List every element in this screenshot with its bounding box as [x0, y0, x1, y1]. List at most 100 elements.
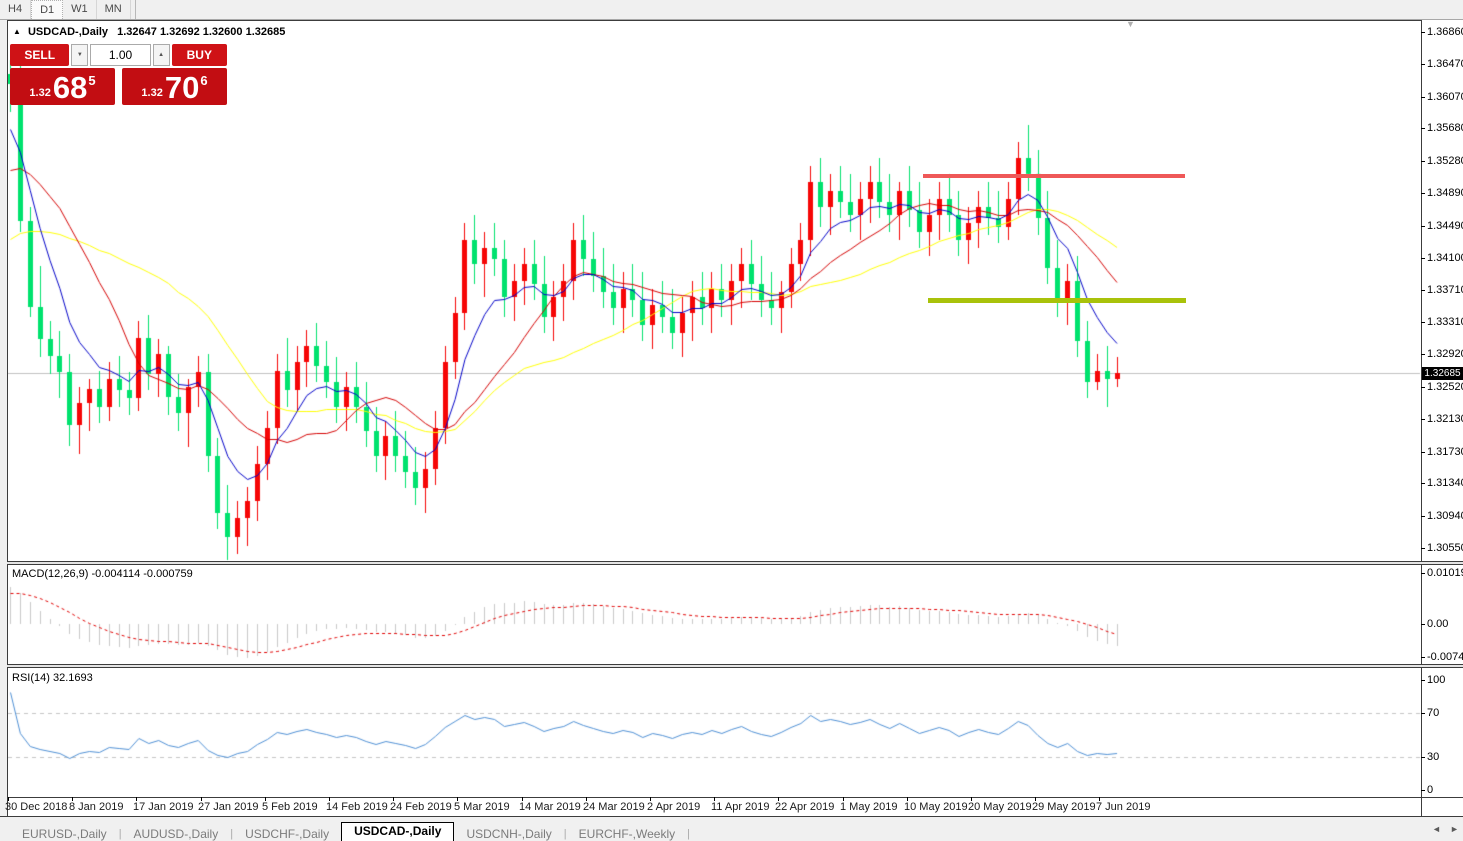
macd-tick — [1421, 573, 1425, 574]
collapse-triangle-icon[interactable]: ▲ — [13, 27, 21, 36]
price-axis-label: 1.30940 — [1427, 510, 1463, 522]
chart-tab-usdchf[interactable]: USDCHF-,Daily — [233, 827, 341, 841]
date-axis-border — [7, 797, 1463, 798]
panel-separator-macd[interactable] — [7, 561, 1463, 565]
price-axis-label: 1.31730 — [1427, 446, 1463, 458]
chart-ohlc-values: 1.32647 1.32692 1.32600 1.32685 — [117, 26, 285, 38]
tab-scroll-left-icon[interactable]: ◄ — [1432, 824, 1441, 834]
chart-border — [7, 20, 1421, 21]
macd-axis-label: 0.00 — [1427, 618, 1448, 630]
price-tick — [1421, 290, 1425, 291]
chart-tab-audusd[interactable]: AUDUSD-,Daily — [122, 827, 231, 841]
rsi-tick — [1421, 757, 1425, 758]
chart-symbol-label: USDCAD-,Daily — [28, 26, 108, 38]
horizontal-scroll-strip[interactable] — [0, 817, 1463, 826]
price-axis-label: 1.31340 — [1427, 477, 1463, 489]
chart-tab-usdcnh[interactable]: USDCNH-,Daily — [454, 827, 563, 841]
one-click-trading-panel: SELL ▼ 1.00 ▲ BUY 1.32 68 5 1.32 70 6 — [10, 44, 227, 105]
sell-price-box[interactable]: 1.32 68 5 — [10, 68, 115, 105]
date-axis-label: 24 Mar 2019 — [583, 801, 645, 813]
price-axis-label: 1.34890 — [1427, 187, 1463, 199]
buy-price-box[interactable]: 1.32 70 6 — [122, 68, 227, 105]
tab-scroll-right-icon[interactable]: ► — [1450, 824, 1459, 834]
price-axis-label: 1.32130 — [1427, 413, 1463, 425]
chart-border — [7, 20, 8, 817]
macd-tick — [1421, 657, 1425, 658]
volume-increase-button[interactable]: ▲ — [153, 44, 170, 66]
macd-indicator-label: MACD(12,26,9) -0.004114 -0.000759 — [12, 568, 193, 580]
date-axis-label: 14 Mar 2019 — [519, 801, 581, 813]
resistance-line[interactable] — [923, 174, 1185, 178]
sell-price-prefix: 1.32 — [29, 87, 50, 99]
price-tick — [1421, 548, 1425, 549]
date-axis-label: 5 Mar 2019 — [454, 801, 510, 813]
macd-tick — [1421, 624, 1425, 625]
price-axis-label: 1.33710 — [1427, 284, 1463, 296]
date-axis-label: 22 Apr 2019 — [775, 801, 834, 813]
price-axis-label: 1.32520 — [1427, 381, 1463, 393]
chart-tabs-bar: EURUSD-,Daily|AUDUSD-,Daily|USDCHF-,Dail… — [0, 826, 1463, 841]
date-axis-label: 2 Apr 2019 — [647, 801, 700, 813]
date-axis-label: 7 Jun 2019 — [1096, 801, 1150, 813]
price-tick — [1421, 226, 1425, 227]
scroll-to-end-marker-icon[interactable]: ▼ — [1126, 19, 1135, 29]
rsi-axis-label: 30 — [1427, 751, 1439, 763]
price-tick — [1421, 419, 1425, 420]
date-axis-label: 24 Feb 2019 — [390, 801, 452, 813]
rsi-tick — [1421, 713, 1425, 714]
date-axis-label: 5 Feb 2019 — [262, 801, 318, 813]
price-tick — [1421, 387, 1425, 388]
price-tick — [1421, 97, 1425, 98]
macd-axis-label: -0.0074763 — [1427, 651, 1463, 663]
buy-price-prefix: 1.32 — [141, 87, 162, 99]
price-axis-label: 1.36070 — [1427, 91, 1463, 103]
price-axis-label: 1.34100 — [1427, 252, 1463, 264]
tab-separator: | — [687, 828, 690, 840]
buy-price-big: 70 — [165, 72, 199, 103]
sell-price-big: 68 — [53, 72, 87, 103]
timeframe-toolbar: H4D1W1MN — [0, 0, 1463, 20]
price-axis-label: 1.34490 — [1427, 220, 1463, 232]
volume-input[interactable]: 1.00 — [90, 44, 150, 66]
price-tick — [1421, 452, 1425, 453]
current-price-tag: 1.32685 — [1422, 367, 1463, 380]
chart-tab-usdcad[interactable]: USDCAD-,Daily — [341, 822, 454, 841]
chart-title: ▲ USDCAD-,Daily 1.32647 1.32692 1.32600 … — [13, 26, 285, 38]
support-line[interactable] — [928, 298, 1186, 303]
price-tick — [1421, 516, 1425, 517]
macd-axis-label: 0.010199 — [1427, 567, 1463, 579]
price-tick — [1421, 193, 1425, 194]
sell-price-pip: 5 — [88, 73, 95, 88]
price-axis-label: 1.36860 — [1427, 26, 1463, 38]
buy-price-pip: 6 — [200, 73, 207, 88]
toolbar-separator — [135, 0, 136, 19]
price-axis-label: 1.33310 — [1427, 316, 1463, 328]
sell-button[interactable]: SELL — [10, 44, 69, 66]
price-axis-label: 1.30550 — [1427, 542, 1463, 554]
timeframe-button-h4[interactable]: H4 — [0, 0, 31, 19]
price-axis-label: 1.32920 — [1427, 348, 1463, 360]
date-axis-label: 14 Feb 2019 — [326, 801, 388, 813]
panel-separator-rsi[interactable] — [7, 664, 1463, 668]
chart-tab-eurusd[interactable]: EURUSD-,Daily — [10, 827, 119, 841]
rsi-axis-label: 0 — [1427, 784, 1433, 796]
timeframe-button-d1[interactable]: D1 — [31, 0, 63, 19]
timeframe-button-mn[interactable]: MN — [97, 0, 131, 19]
chart-tab-eurchf[interactable]: EURCHF-,Weekly — [567, 827, 687, 841]
date-axis-label: 11 Apr 2019 — [711, 801, 770, 813]
buy-button[interactable]: BUY — [172, 44, 227, 66]
price-tick — [1421, 32, 1425, 33]
volume-decrease-button[interactable]: ▼ — [71, 44, 88, 66]
price-axis-label: 1.35680 — [1427, 122, 1463, 134]
date-axis-label: 29 May 2019 — [1032, 801, 1096, 813]
price-tick — [1421, 64, 1425, 65]
price-tick — [1421, 258, 1425, 259]
rsi-tick — [1421, 790, 1425, 791]
date-axis-label: 17 Jan 2019 — [133, 801, 194, 813]
date-axis-label: 27 Jan 2019 — [198, 801, 259, 813]
price-chart-canvas[interactable] — [8, 21, 1421, 797]
price-axis-label: 1.36470 — [1427, 58, 1463, 70]
price-tick — [1421, 483, 1425, 484]
timeframe-button-w1[interactable]: W1 — [63, 0, 97, 19]
rsi-indicator-label: RSI(14) 32.1693 — [12, 672, 93, 684]
